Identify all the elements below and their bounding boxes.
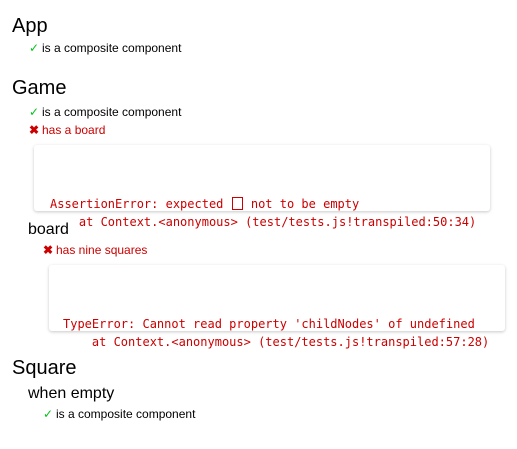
test-square-empty-is-composite[interactable]: ✓ is a composite component <box>42 407 195 421</box>
test-label: is a composite component <box>42 41 182 55</box>
suite-title-when-empty[interactable]: when empty <box>28 386 114 402</box>
test-label: is a composite component <box>42 105 182 119</box>
suite-title-square[interactable]: Square <box>12 358 77 378</box>
error-message: AssertionError: expected not to be empty <box>50 197 360 211</box>
test-game-has-board[interactable]: ✖ has a board <box>28 123 105 137</box>
fail-cross-icon: ✖ <box>42 243 54 257</box>
test-game-is-composite[interactable]: ✓ is a composite component <box>28 105 181 119</box>
test-label: is a composite component <box>56 407 196 421</box>
error-box-board-has-nine-squares: TypeError: Cannot read property 'childNo… <box>49 265 505 349</box>
suite-title-board[interactable]: board <box>28 222 69 238</box>
suite-title-app[interactable]: App <box>12 16 48 36</box>
error-stack: at Context.<anonymous> (test/tests.js!tr… <box>63 335 490 349</box>
fail-cross-icon: ✖ <box>28 123 40 137</box>
test-label: has a board <box>42 123 106 137</box>
test-app-is-composite[interactable]: ✓ is a composite component <box>28 41 181 55</box>
pass-check-icon: ✓ <box>28 41 40 55</box>
test-board-has-nine-squares[interactable]: ✖ has nine squares <box>42 243 147 257</box>
pass-check-icon: ✓ <box>28 105 40 119</box>
test-label: has nine squares <box>56 243 148 257</box>
error-message: TypeError: Cannot read property 'childNo… <box>63 317 475 331</box>
empty-array-glyph <box>231 197 243 210</box>
pass-check-icon: ✓ <box>42 407 54 421</box>
suite-title-game[interactable]: Game <box>12 78 66 98</box>
error-stack: at Context.<anonymous> (test/tests.js!tr… <box>50 215 477 229</box>
error-box-game-has-board: AssertionError: expected not to be empty… <box>34 145 490 229</box>
